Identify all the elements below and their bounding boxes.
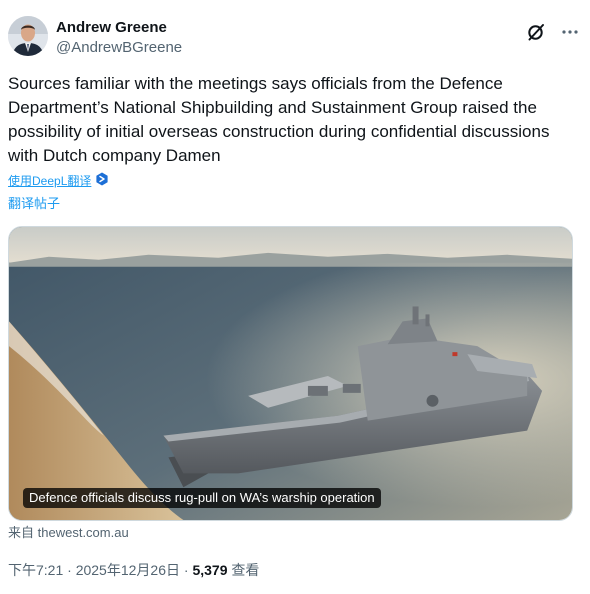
- more-options-icon[interactable]: [558, 20, 582, 44]
- header-actions: [524, 20, 582, 44]
- tweet: Andrew Greene @AndrewBGreene Sources fam…: [0, 0, 590, 594]
- translate-post-button[interactable]: 翻译帖子: [8, 195, 60, 213]
- card-image: [9, 227, 572, 520]
- tweet-time[interactable]: 下午7:21: [8, 562, 63, 578]
- deepl-translation-link[interactable]: 使用DeepL翻译: [8, 173, 91, 189]
- views-count: 5,379: [192, 562, 228, 578]
- tweet-text: Sources familiar with the meetings says …: [8, 74, 550, 165]
- avatar-image: [8, 16, 48, 56]
- tweet-meta: 下午7:21 · 2025年12月26日 · 5,379 查看: [8, 560, 259, 580]
- avatar[interactable]: [8, 16, 48, 56]
- author-handle[interactable]: @AndrewBGreene: [56, 38, 182, 58]
- card-source-prefix: 来自: [8, 525, 35, 540]
- meta-separator: ·: [67, 562, 72, 578]
- card-caption: Defence officials discuss rug-pull on WA…: [23, 488, 381, 508]
- tweet-header: Andrew Greene @AndrewBGreene: [8, 16, 582, 60]
- author-names: Andrew Greene @AndrewBGreene: [56, 18, 182, 58]
- card-source[interactable]: 来自 thewest.com.au: [8, 524, 129, 542]
- views-label: 查看: [231, 562, 260, 578]
- tweet-date[interactable]: 2025年12月26日: [76, 562, 180, 578]
- link-card[interactable]: Defence officials discuss rug-pull on WA…: [8, 226, 573, 521]
- author-display-name[interactable]: Andrew Greene: [56, 18, 182, 38]
- deepl-badge-icon: [95, 172, 109, 190]
- translation-attribution: 使用DeepL翻译: [8, 172, 109, 190]
- card-source-domain[interactable]: thewest.com.au: [38, 525, 129, 540]
- grok-slash-icon[interactable]: [524, 20, 548, 44]
- meta-separator: ·: [183, 562, 189, 578]
